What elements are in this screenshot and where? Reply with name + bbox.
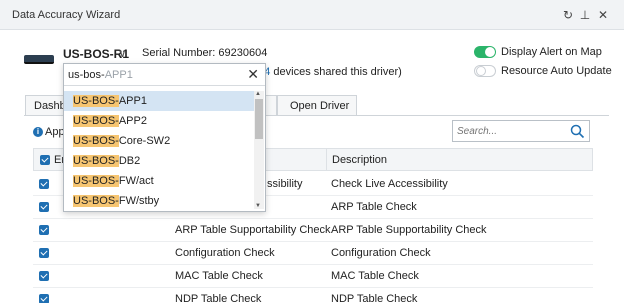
pin-icon[interactable]: ⊥ [578,7,592,23]
check-name: ssibility [267,178,303,190]
check-description: ARP Table Check [331,201,417,213]
typed-text: us-bos- [68,69,105,81]
item-rest: FW/act [118,175,154,187]
match-highlight: US-BOS- [73,155,119,167]
match-highlight: US-BOS- [73,195,119,207]
resource-auto-update-toggle[interactable] [474,65,496,77]
clear-icon[interactable]: ✕ [247,66,259,82]
dropdown-scrollbar[interactable]: ▲ ▼ [254,91,264,209]
scrollbar-thumb[interactable] [255,99,263,139]
search-icon[interactable] [570,124,585,139]
match-highlight: US-BOS- [73,115,119,127]
row-checkbox[interactable] [39,202,49,212]
search-box[interactable] [452,120,590,142]
item-rest: DB2 [118,155,141,167]
check-name: Configuration Check [175,247,275,259]
table-row[interactable]: MAC Table Check MAC Table Check [33,265,593,288]
table-row[interactable]: Configuration Check Configuration Check [33,242,593,265]
list-item[interactable]: US-BOS-DB2 [64,151,254,171]
list-item[interactable]: US-BOS-FW/act [64,171,254,191]
row-checkbox[interactable] [39,179,49,189]
item-rest: FW/stby [118,195,160,207]
column-divider [326,149,327,171]
item-rest: APP2 [118,115,147,127]
refresh-icon[interactable]: ↻ [561,7,575,23]
chevron-down-icon[interactable]: ∨ [118,46,127,60]
list-item[interactable]: US-BOS-APP1 [64,91,254,111]
check-description: NDP Table Check [331,293,418,303]
tab-open-driver[interactable]: Open Driver [277,95,357,116]
check-name: MAC Table Check [175,270,263,282]
table-row[interactable]: ARP Table Supportability Check ARP Table… [33,219,593,242]
device-suggestion-list: US-BOS-APP1 US-BOS-APP2 US-BOS-Core-SW2 … [64,91,254,209]
check-description: Check Live Accessibility [331,178,448,190]
info-icon: i [33,127,43,137]
match-highlight: US-BOS- [73,175,119,187]
item-rest: APP1 [118,95,147,107]
device-search-input[interactable]: us-bos-APP1 ✕ [64,64,265,86]
row-checkbox[interactable] [39,271,49,281]
autocomplete-suggestion: APP1 [104,69,133,81]
router-icon [24,55,54,64]
check-description: ARP Table Supportability Check [331,224,487,236]
row-checkbox[interactable] [39,248,49,258]
serial-number: Serial Number: 69230604 [142,47,268,59]
scroll-up-icon[interactable]: ▲ [255,91,261,97]
list-item[interactable]: US-BOS-FW/stby [64,191,254,209]
check-description: Configuration Check [331,247,431,259]
search-input[interactable] [457,124,567,138]
row-checkbox[interactable] [39,294,49,303]
row-checkbox[interactable] [39,225,49,235]
shared-driver-info: 104 devices shared this driver) [252,66,402,78]
match-highlight: US-BOS- [73,135,119,147]
list-item[interactable]: US-BOS-Core-SW2 [64,131,254,151]
display-alert-toggle[interactable] [474,46,496,58]
match-highlight: US-BOS- [73,95,119,107]
window-title: Data Accuracy Wizard [12,9,121,21]
header-description: Description [332,154,388,166]
scroll-down-icon[interactable]: ▼ [255,203,261,209]
table-row[interactable]: NDP Table Check NDP Table Check [33,288,593,303]
item-rest: Core-SW2 [118,135,171,147]
list-item[interactable]: US-BOS-APP2 [64,111,254,131]
display-alert-label: Display Alert on Map [501,46,602,58]
select-all-checkbox[interactable] [40,155,50,165]
check-description: MAC Table Check [331,270,419,282]
device-search-dropdown[interactable]: us-bos-APP1 ✕ US-BOS-APP1 US-BOS-APP2 US… [63,63,266,212]
shared-driver-suffix: devices shared this driver) [270,66,402,78]
close-icon[interactable]: ✕ [596,7,610,23]
resource-auto-update-label: Resource Auto Update [501,65,612,77]
check-name: ARP Table Supportability Check [175,224,331,236]
title-bar: Data Accuracy Wizard ↻ ⊥ ✕ [0,0,624,30]
check-name: NDP Table Check [175,293,262,303]
